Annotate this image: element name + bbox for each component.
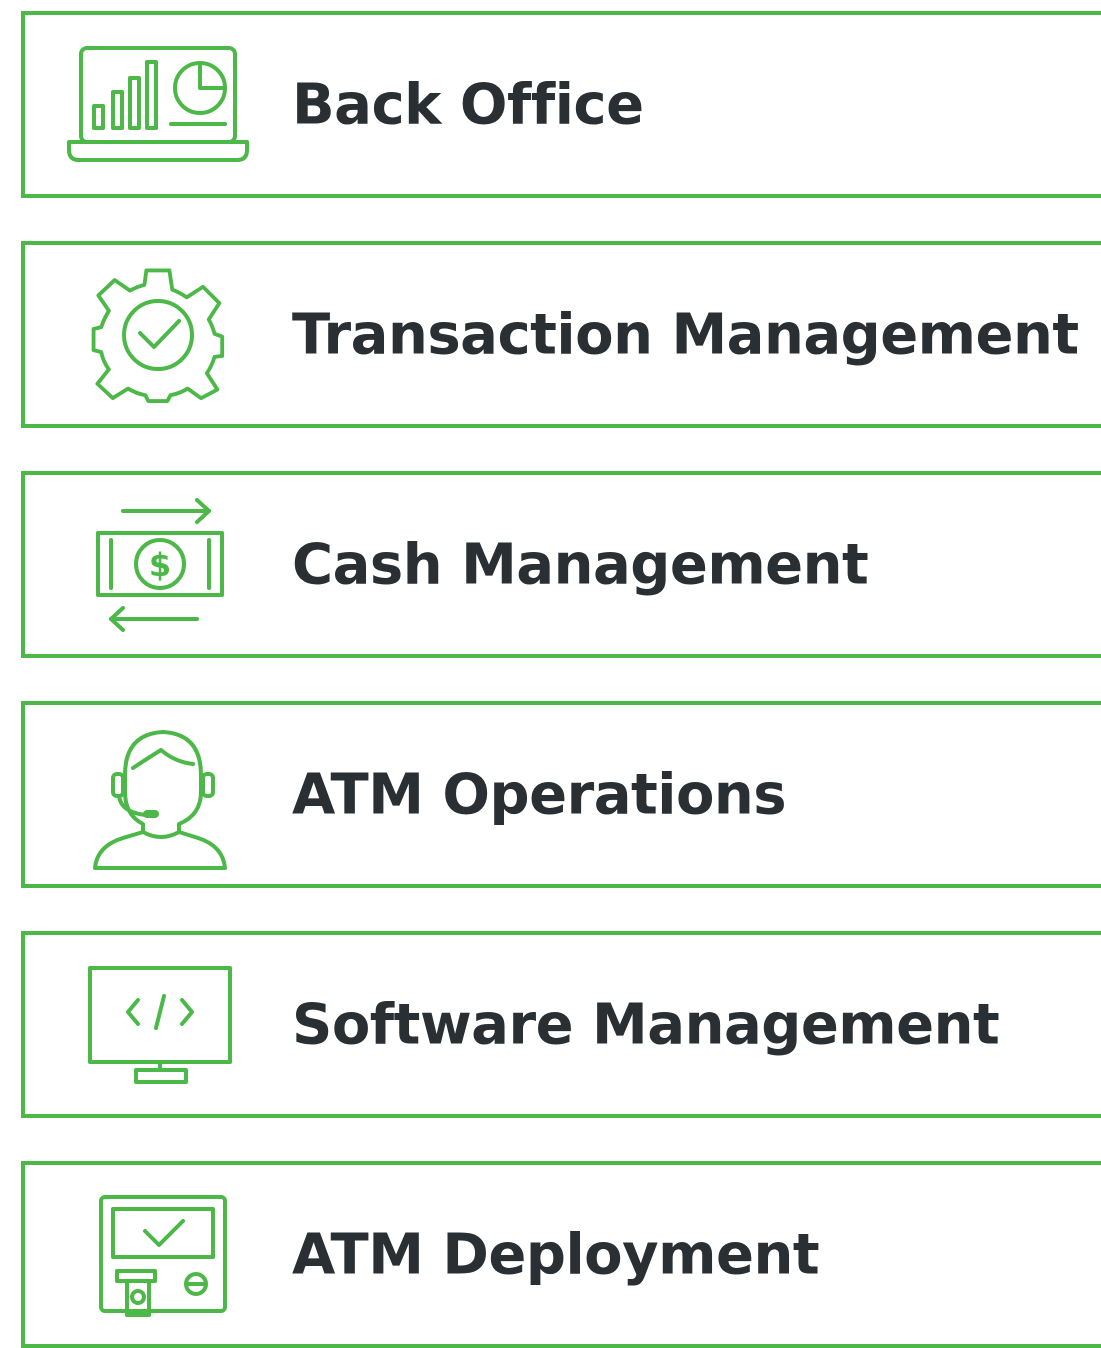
service-card-atm-deployment[interactable]: ATM Deployment	[21, 1161, 1101, 1348]
service-label: Cash Management	[292, 532, 869, 597]
svg-text:$: $	[149, 546, 171, 584]
service-card-atm-operations[interactable]: ATM Operations	[21, 701, 1101, 888]
cash-exchange-icon: $	[63, 475, 253, 654]
service-card-cash-management[interactable]: $ Cash Management	[21, 471, 1101, 658]
monitor-code-icon	[63, 935, 253, 1114]
service-card-transaction-management[interactable]: Transaction Management	[21, 241, 1101, 428]
gear-check-icon	[63, 245, 253, 424]
service-label: Transaction Management	[292, 302, 1079, 367]
service-card-software-management[interactable]: Software Management	[21, 931, 1101, 1118]
atm-machine-icon	[63, 1165, 253, 1344]
service-label: ATM Operations	[292, 762, 787, 827]
support-agent-icon	[63, 705, 253, 884]
service-label: ATM Deployment	[292, 1222, 820, 1287]
service-card-back-office[interactable]: Back Office	[21, 11, 1101, 198]
service-label: Back Office	[292, 72, 644, 137]
service-label: Software Management	[292, 992, 1000, 1057]
laptop-chart-icon	[63, 15, 253, 194]
